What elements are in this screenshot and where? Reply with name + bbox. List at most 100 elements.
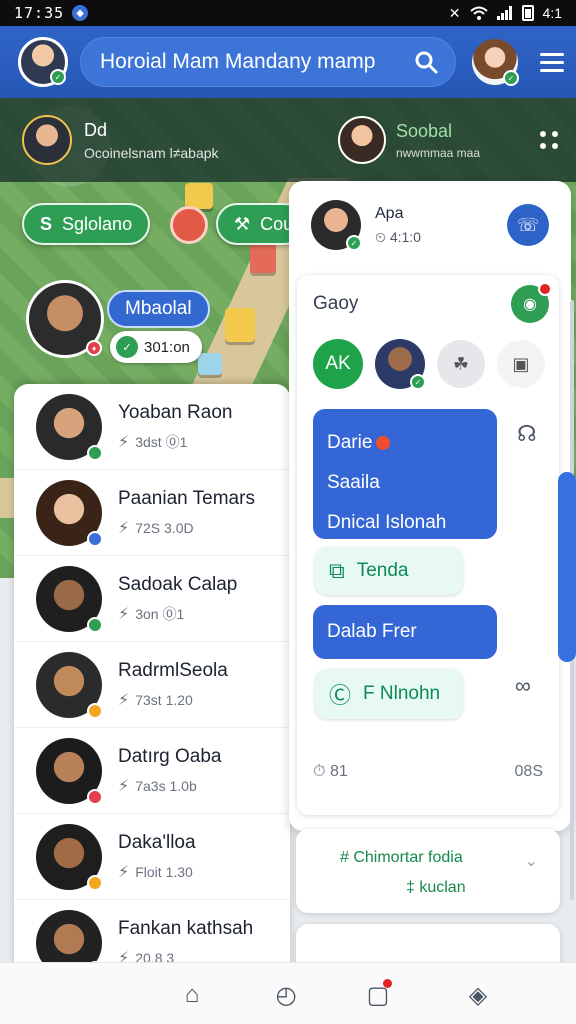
call-button[interactable]: ☏ [507,204,549,246]
copyright-icon: Ⓒ [329,683,352,708]
wifi-icon [469,6,488,20]
history-icon[interactable]: ◴ [266,975,306,1015]
search-bar[interactable]: Horoial Mam Mandany mamp [80,37,456,87]
more-options-icon[interactable] [540,131,558,149]
online-status-icon: ✓ [410,374,426,390]
system-tray: ✕ 4:1 [449,5,562,22]
message-line: Dnical Islonah [327,512,447,533]
notification-badge [538,282,552,296]
user-avatar[interactable]: ✓ [18,37,68,87]
headset-icon[interactable]: ☊ [517,421,537,447]
contact-meta-text: 73st 1.20 [135,691,193,708]
attachment-icon: ⧉ [329,558,345,583]
check-icon: ✓ [116,336,138,358]
refresh-icon: S [40,213,53,234]
contact-meta-text: 3on ⓪1 [135,605,185,622]
topic-subtitle: ‡ kuclan [406,879,466,896]
app-icon: ◆ [72,5,89,21]
scrollbar-thumb[interactable] [558,472,576,662]
contact-name: Sadoak Calap [118,573,238,595]
contact-avatar[interactable] [36,565,103,633]
contact-row[interactable]: Sadoak Calap ⚡ 3on ⓪1 [14,556,290,642]
activity-icon: ⚡ [118,519,130,537]
conversation-footer: ⏱ 81 08S [313,763,543,781]
activity-icon: ⚡ [118,777,130,795]
player-avatar[interactable]: ♦ [26,280,104,358]
player-status-pill: ✓ 301:on [110,331,202,363]
contact-meta: ⚡ 73st 1.20 [118,690,228,710]
player-status-icon: ♦ [86,340,102,356]
player-marker[interactable]: ♦ [26,280,104,358]
contact-row[interactable]: RadrmlSeola ⚡ 73st 1.20 [14,642,290,728]
tool-icon: ⚒ [234,213,251,234]
battery-icon [521,5,534,21]
conversation-title: Gaoy [313,293,359,314]
timer-icon: ⏱ [313,763,330,780]
bell-icon: ◉ [523,296,537,313]
friend-avatar[interactable] [22,115,72,165]
phone-icon: ☏ [516,214,540,235]
contact-name: RadrmlSeola [118,659,228,681]
status-bar: 17:35 ◆ ✕ 4:1 [0,0,576,26]
group-icon[interactable]: ☘ [437,340,485,388]
contact-name: Datırg Oaba [118,745,222,767]
alert-button[interactable] [170,206,208,244]
messages-icon[interactable]: ▢ [358,975,398,1015]
link-icon[interactable]: ∞ [515,673,531,699]
contact-meta-text: 3dst ⓪1 [135,433,188,450]
contact-meta-text: Floit 1.30 [135,863,193,880]
image-icon[interactable]: ▣ [497,340,545,388]
contact-name: Yoaban Raon [118,401,233,423]
status-badge [87,444,103,461]
contact-list[interactable]: Yoaban Raon ⚡ 3dst ⓪1 Paanian Temars ⚡ 72S 3.… [14,384,290,984]
tag-icon[interactable]: ◈ [458,975,498,1015]
contact-name: Paanian Temars [118,487,255,509]
activity-bar: Dd Ocoinelsnam l≠abapk Soobal nwwmmaa ma… [0,98,576,182]
chat-contact-name: Apa [375,204,404,222]
online-status-icon: ✓ [503,70,519,86]
online-status-icon: ✓ [346,235,362,251]
message-bubble[interactable]: Dalab Frer [313,605,497,659]
timer-stat: ⏱ 81 [313,763,348,780]
status-badge [87,616,103,633]
contact-row[interactable]: Datırg Oaba ⚡ 7a3s 1.0b [14,728,290,814]
topic-title: # Chimortar fodia [340,849,463,866]
chat-contact-avatar[interactable]: ✓ [311,200,362,251]
participant-avatar[interactable]: ✓ [375,339,426,390]
contact-row[interactable]: Paanian Temars ⚡ 72S 3.0D [14,470,290,556]
search-icon[interactable] [414,50,438,74]
participant-initials[interactable]: AK [313,339,363,389]
topic-card[interactable]: # Chimortar fodia ‡ kuclan ⌄ [296,829,560,913]
reply-chip[interactable]: Ⓒ F Nlnohn [315,669,463,719]
chat-contact-time: ⏲ 4:1:0 [375,228,421,245]
participants-row: AK ✓ ☘ ▣ [313,339,545,390]
friend-avatar[interactable] [337,116,386,164]
contact-meta-text: 72S 3.0D [135,519,194,536]
activity-name: Dd [84,119,108,140]
contact-row[interactable]: Yoaban Raon ⚡ 3dst ⓪1 [14,384,290,470]
activity-icon: ⚡ [118,691,130,709]
home-icon[interactable]: ⌂ [172,975,212,1015]
menu-icon[interactable] [540,52,564,72]
contact-avatar[interactable] [36,479,103,547]
contact-avatar[interactable] [36,823,103,891]
map-chip-left[interactable]: S Sglolano [22,203,151,245]
reply-chip[interactable]: ⧉ Tenda [315,547,463,595]
contact-meta: ⚡ 3on ⓪1 [118,604,237,624]
contact-avatar[interactable] [36,393,103,461]
contact-avatar[interactable] [36,651,103,719]
clock-icon: ⏲ [375,228,390,245]
contact-avatar[interactable] [36,737,103,805]
profile-avatar[interactable]: ✓ [472,39,519,86]
search-input[interactable]: Horoial Mam Mandany mamp [100,50,414,74]
signal-icon [496,6,512,20]
message-bubble[interactable]: Darie Saaila Dnical Islonah [313,409,497,539]
player-name-pill[interactable]: Mbaolal [107,290,210,328]
contact-name: Daka'lloa [118,831,196,853]
reply-chip-label: F Nlnohn [363,683,441,704]
status-badge [87,530,103,547]
notification-button[interactable]: ◉ [511,282,552,323]
message-line: Dalab Frer [327,621,417,642]
chevron-down-icon[interactable]: ⌄ [525,851,538,871]
contact-row[interactable]: Daka'lloa ⚡ Floit 1.30 [14,814,290,900]
